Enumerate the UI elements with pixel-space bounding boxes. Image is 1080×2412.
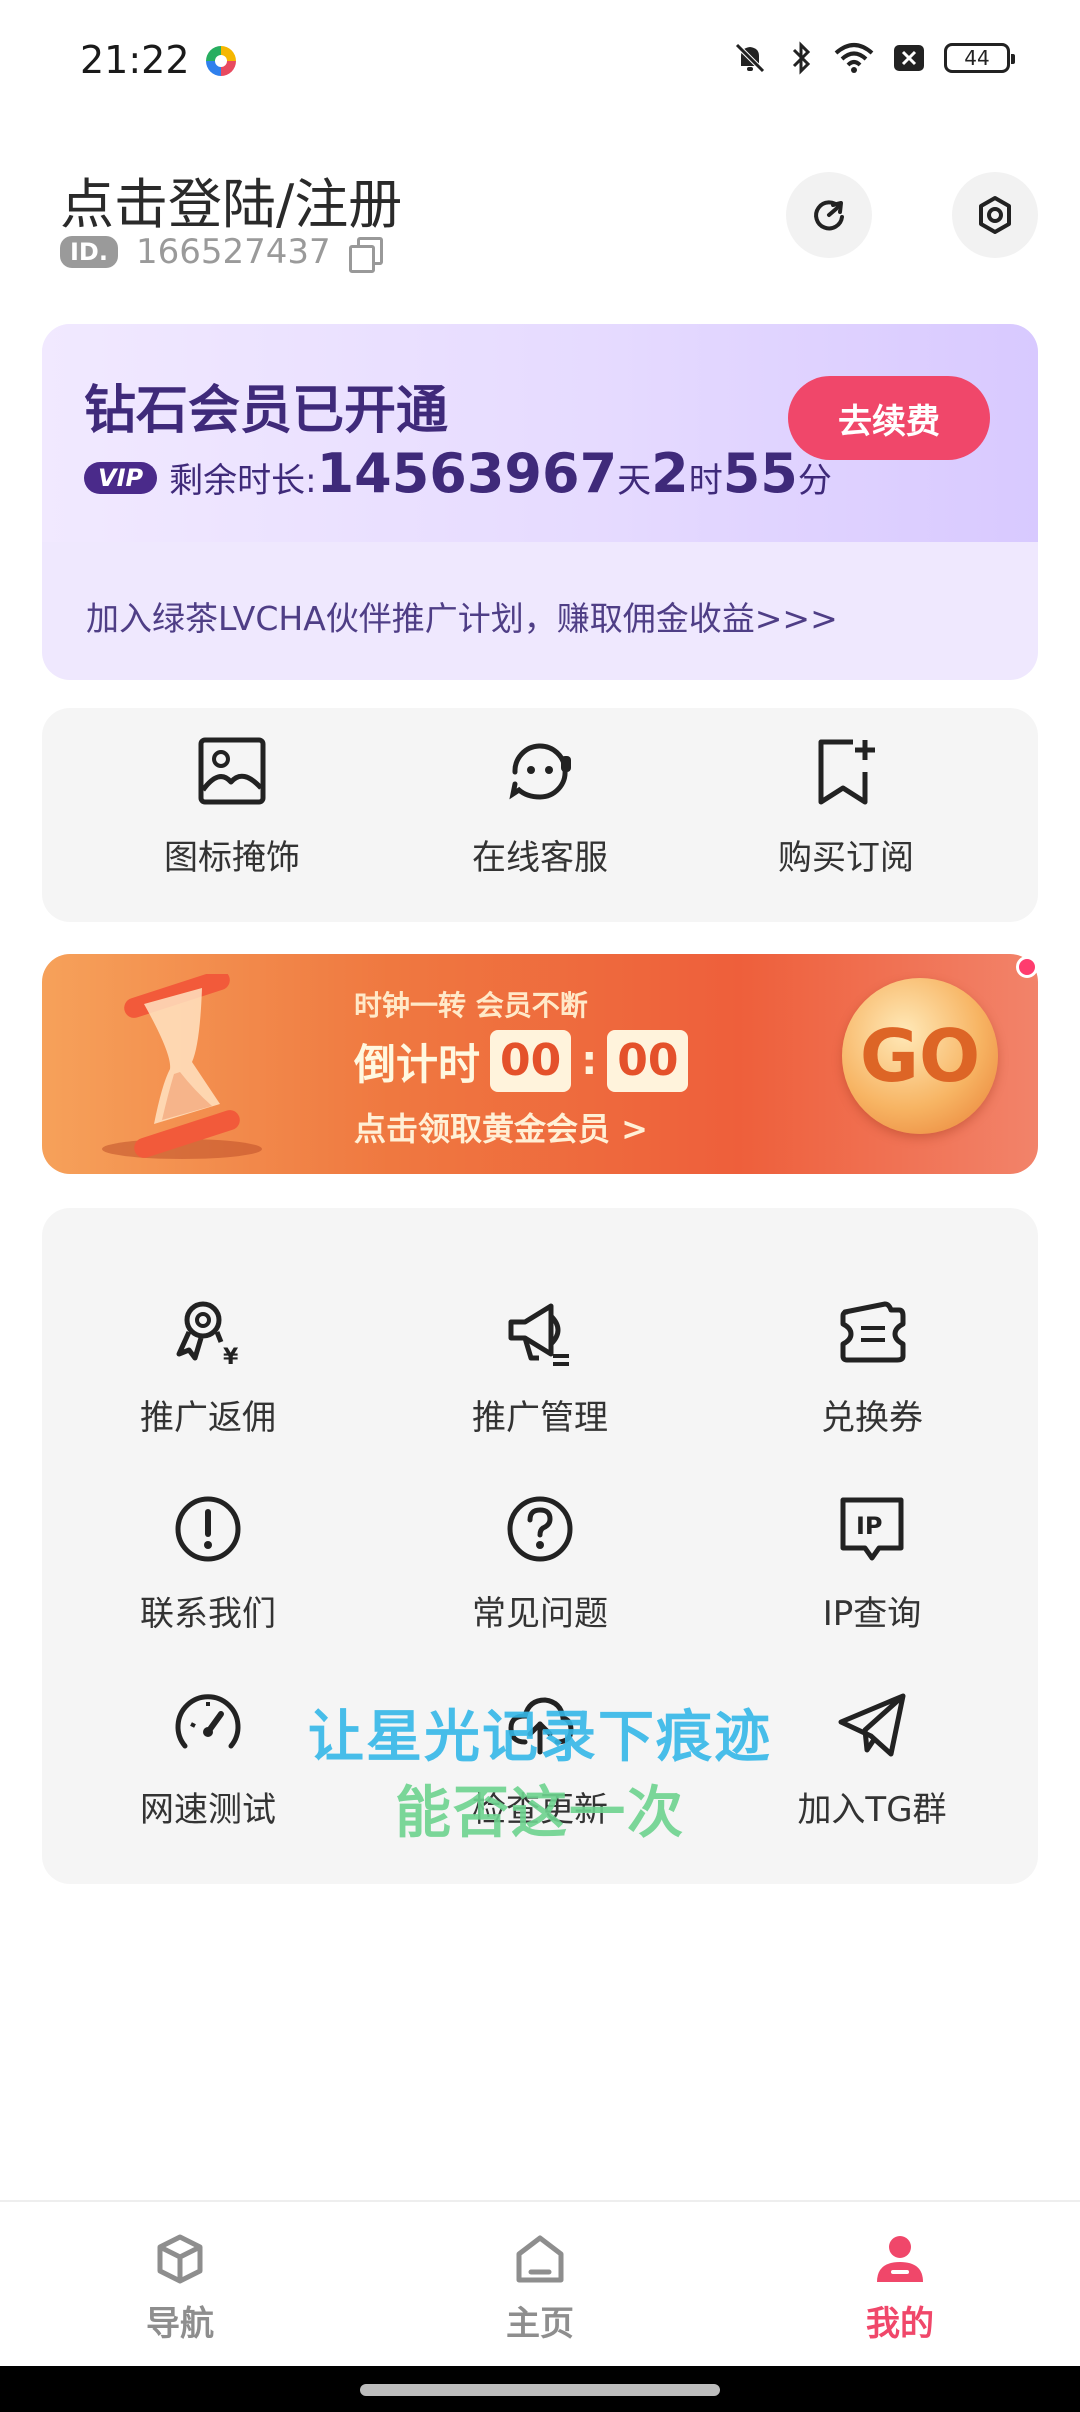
promotion-commission-button[interactable]: ¥ 推广返佣 <box>58 1296 358 1439</box>
promotion-commission-label: 推广返佣 <box>140 1398 276 1438</box>
days-unit: 天 <box>617 461 652 501</box>
lyric-overlay-line2: 能否这一次 <box>395 1781 685 1846</box>
login-register-link[interactable]: 点击登陆/注册 <box>60 160 402 239</box>
settings-button[interactable] <box>952 172 1038 258</box>
partner-program-link[interactable]: 加入绿茶LVCHA伙伴推广计划，赚取佣金收益>>> <box>86 592 838 640</box>
contact-us-button[interactable]: 联系我们 <box>58 1492 358 1635</box>
app-notification-icon <box>206 46 236 76</box>
promo-cta[interactable]: 点击领取黄金会员 > <box>354 1104 648 1150</box>
minutes-unit: 分 <box>797 461 832 501</box>
customer-service-icon <box>509 743 571 800</box>
hourglass-icon <box>102 974 262 1159</box>
bottom-navigation: 导航 主页 我的 <box>0 2200 1080 2366</box>
coupon-icon <box>840 1301 906 1363</box>
quick-actions-card: 图标掩饰 在线客服 购买订阅 <box>42 708 1038 922</box>
commission-icon: ¥ <box>176 1301 239 1370</box>
vip-title: 钻石会员已开通 <box>84 381 449 441</box>
gear-icon <box>979 196 1011 234</box>
question-icon <box>507 1496 573 1562</box>
image-icon <box>198 737 266 805</box>
coupon-button[interactable]: 兑换券 <box>722 1296 1022 1439</box>
cube-icon <box>157 2234 203 2284</box>
battery-icon: 44 <box>944 43 1015 73</box>
vip-remaining-time: VIP 剩余时长: 14563967 天 2 时 55 分 <box>84 442 832 505</box>
promotion-management-button[interactable]: 推广管理 <box>390 1296 690 1439</box>
promo-banner[interactable]: 时钟一转 会员不断 倒计时 00 : 00 点击领取黄金会员 > GO <box>42 954 1038 1174</box>
ip-icon: IP <box>840 1497 904 1561</box>
promotion-management-label: 推广管理 <box>472 1398 608 1438</box>
contact-us-label: 联系我们 <box>140 1594 276 1634</box>
icon-disguise-button[interactable]: 图标掩饰 <box>102 734 362 879</box>
remaining-hours: 2 <box>651 442 689 505</box>
nav-mine-label: 我的 <box>866 2304 934 2344</box>
countdown-colon: : <box>581 1038 598 1084</box>
faq-button[interactable]: 常见问题 <box>390 1492 690 1635</box>
gesture-bar <box>0 2366 1080 2412</box>
megaphone-icon <box>508 1303 569 1366</box>
status-icons: 44 <box>732 40 1015 76</box>
online-support-button[interactable]: 在线客服 <box>410 734 670 879</box>
online-support-label: 在线客服 <box>472 838 608 878</box>
ip-lookup-label: IP查询 <box>822 1594 922 1634</box>
icon-disguise-label: 图标掩饰 <box>164 838 300 878</box>
exclamation-icon <box>175 1496 241 1562</box>
bluetooth-icon <box>792 41 811 75</box>
promo-subtitle: 时钟一转 会员不断 <box>354 989 588 1022</box>
wifi-icon <box>834 43 874 73</box>
countdown-minutes: 00 <box>490 1030 572 1092</box>
status-bar: 21:22 44 <box>0 0 1080 120</box>
countdown-label: 倒计时 <box>354 1039 481 1089</box>
refresh-button[interactable] <box>786 172 872 258</box>
nav-tab-navigation[interactable]: 导航 <box>60 2232 300 2345</box>
notification-dot <box>1016 956 1038 978</box>
nav-tab-home[interactable]: 主页 <box>420 2232 660 2345</box>
faq-label: 常见问题 <box>472 1594 608 1634</box>
remaining-days: 14563967 <box>316 442 618 505</box>
coupon-label: 兑换券 <box>821 1398 923 1438</box>
id-badge: ID. <box>60 236 118 268</box>
status-time: 21:22 <box>80 38 190 82</box>
user-id-row: ID. 166527437 <box>60 232 383 273</box>
renew-button[interactable]: 去续费 <box>788 376 990 460</box>
hours-unit: 时 <box>688 461 723 501</box>
home-icon <box>516 2235 564 2283</box>
remaining-minutes: 55 <box>722 442 798 505</box>
go-button[interactable]: GO <box>842 978 998 1134</box>
copy-icon[interactable] <box>348 237 383 273</box>
refresh-icon <box>814 200 844 231</box>
nav-navigation-label: 导航 <box>146 2304 214 2344</box>
buy-subscription-label: 购买订阅 <box>778 838 914 878</box>
bookmark-add-icon <box>818 739 875 805</box>
user-icon <box>877 2236 923 2282</box>
vip-status-panel: 钻石会员已开通 VIP 剩余时长: 14563967 天 2 时 55 分 去续… <box>42 324 1038 542</box>
mute-bell-icon <box>735 43 765 73</box>
buy-subscription-button[interactable]: 购买订阅 <box>716 734 976 879</box>
ip-lookup-button[interactable]: IP IP查询 <box>722 1492 1022 1635</box>
sim-blocked-icon <box>894 45 924 71</box>
vip-card: 钻石会员已开通 VIP 剩余时长: 14563967 天 2 时 55 分 去续… <box>42 324 1038 680</box>
svg-text:¥: ¥ <box>223 1345 239 1370</box>
user-id: 166527437 <box>135 232 331 272</box>
promo-countdown: 倒计时 00 : 00 <box>354 1030 689 1092</box>
remaining-label: 剩余时长: <box>169 461 317 501</box>
vip-badge: VIP <box>84 462 158 494</box>
countdown-seconds: 00 <box>607 1030 689 1092</box>
home-indicator[interactable] <box>360 2384 720 2396</box>
lyric-overlay-line1: 让星光记录下痕迹 <box>308 1705 772 1770</box>
svg-text:IP: IP <box>856 1512 883 1540</box>
nav-tab-mine[interactable]: 我的 <box>780 2232 1020 2345</box>
nav-home-label: 主页 <box>506 2304 574 2344</box>
